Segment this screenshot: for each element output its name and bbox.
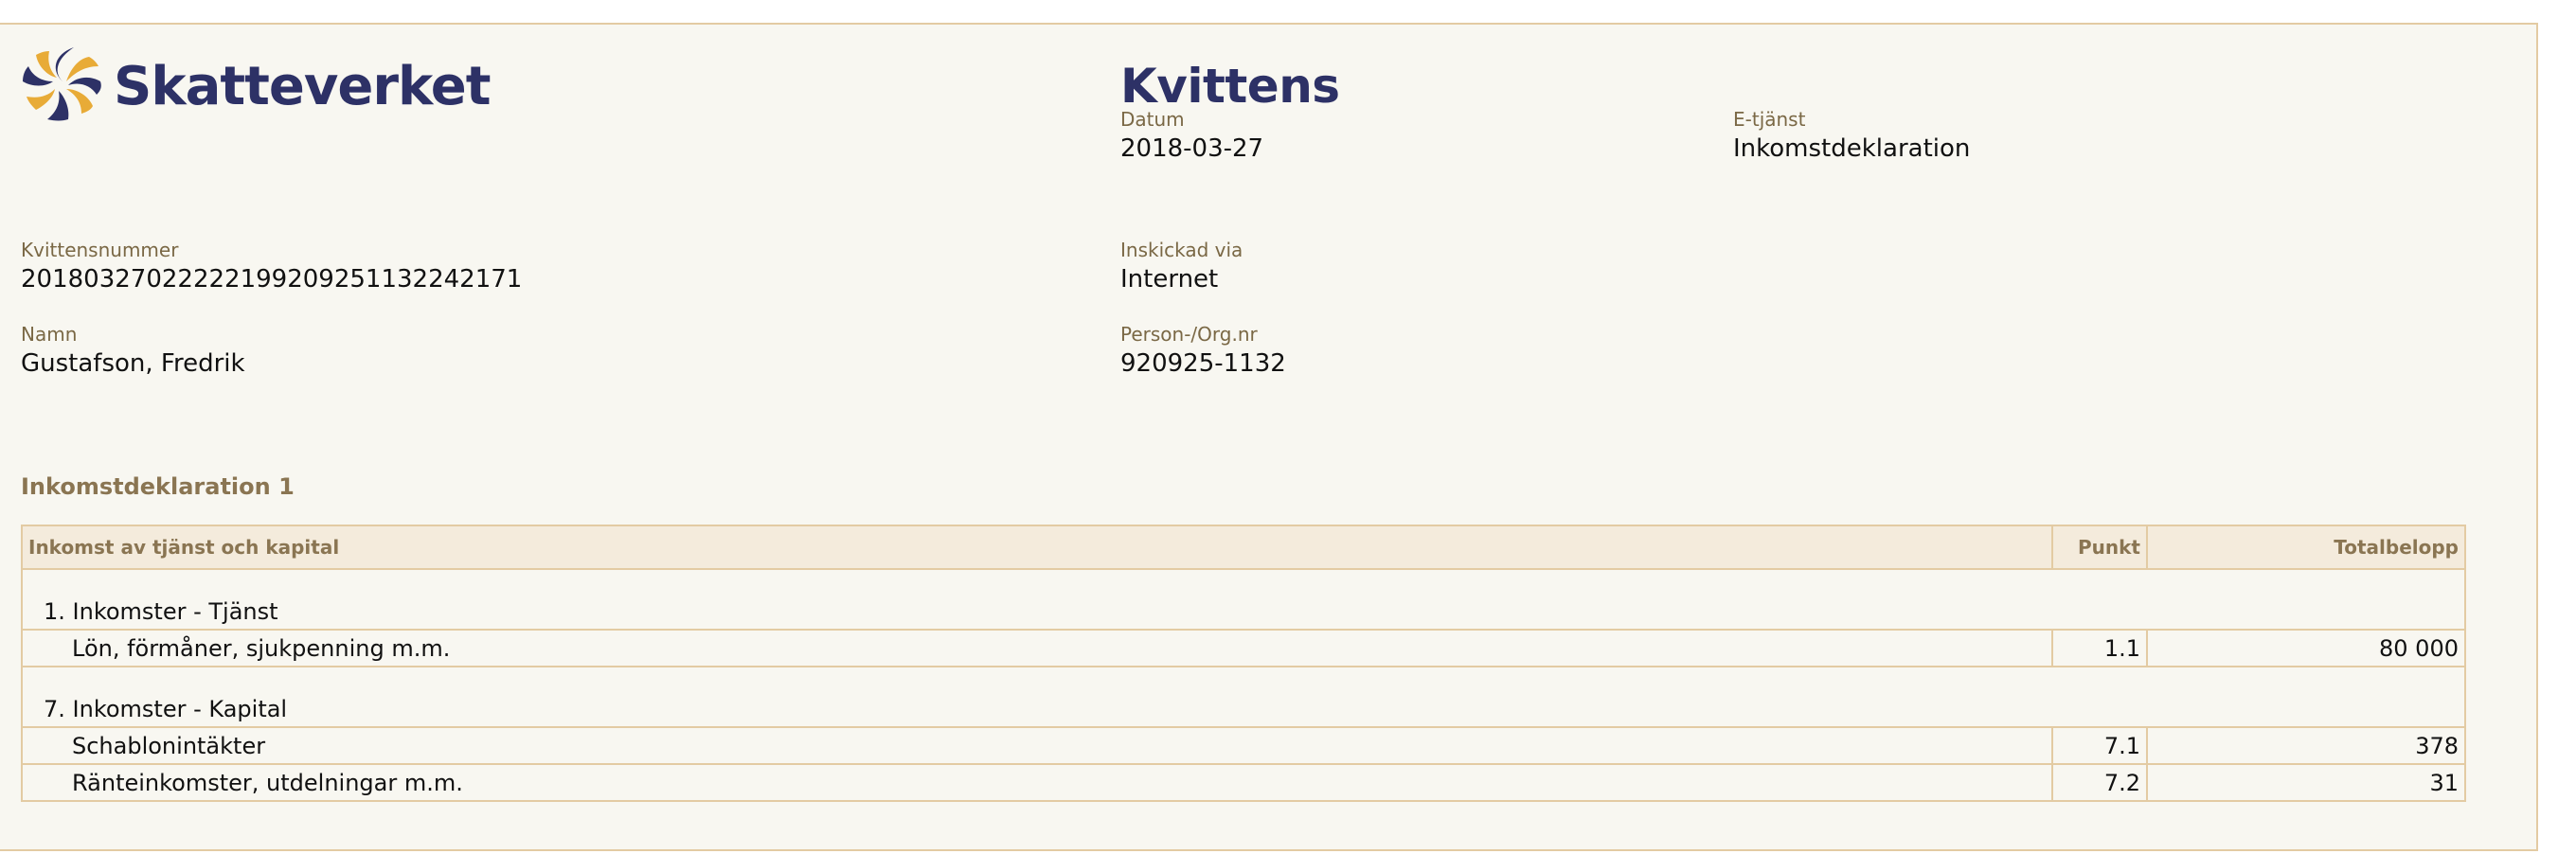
- table-row: Lön, förmåner, sjukpenning m.m. 1.1 80 0…: [21, 629, 2466, 667]
- section-heading: Inkomstdeklaration 1: [21, 473, 295, 500]
- person-org-nr-label: Person-/Org.nr: [1120, 323, 1258, 346]
- kvittensnummer-field: Kvittensnummer 2018032702222219920925113…: [21, 239, 522, 295]
- etjanst-field: E-tjänst Inkomstdeklaration: [1733, 108, 1970, 165]
- inskickad-via-value: Internet: [1120, 265, 1219, 294]
- inskickad-via-label: Inskickad via: [1120, 239, 1243, 261]
- receipt-document: Skatteverket Kvittens Datum 2018-03-27 E…: [0, 23, 2538, 851]
- datum-field: Datum 2018-03-27: [1120, 108, 1263, 165]
- group-row: 7. Inkomster - Kapital: [21, 666, 2466, 728]
- datum-label: Datum: [1120, 108, 1185, 131]
- table-header-row: Inkomst av tjänst och kapital Punkt Tota…: [21, 525, 2466, 570]
- row-total: 31: [2146, 763, 2466, 802]
- skatteverket-swirl-logo-icon: [23, 47, 101, 121]
- etjanst-label: E-tjänst: [1733, 108, 1806, 131]
- person-org-nr-field: Person-/Org.nr 920925-1132: [1120, 323, 1286, 380]
- datum-value: 2018-03-27: [1120, 134, 1264, 163]
- row-total: 378: [2146, 726, 2466, 765]
- document-title: Kvittens: [1120, 59, 1340, 114]
- skatteverket-logo: Skatteverket: [19, 44, 491, 123]
- inskickad-via-field: Inskickad via Internet: [1120, 239, 1243, 295]
- namn-field: Namn Gustafson, Fredrik: [21, 323, 245, 380]
- table-row: Ränteinkomster, utdelningar m.m. 7.2 31: [21, 763, 2466, 802]
- kvittensnummer-label: Kvittensnummer: [21, 239, 179, 261]
- column-header-punkt: Punkt: [2051, 525, 2148, 570]
- etjanst-value: Inkomstdeklaration: [1733, 134, 1971, 163]
- row-punkt: 1.1: [2051, 629, 2148, 667]
- namn-value: Gustafson, Fredrik: [21, 349, 245, 378]
- table-row: Schablonintäkter 7.1 378: [21, 726, 2466, 765]
- brand-name: Skatteverket: [114, 55, 491, 117]
- group-row: 1. Inkomster - Tjänst: [21, 568, 2466, 631]
- kvittensnummer-value: 20180327022222199209251132242171: [21, 265, 523, 294]
- namn-label: Namn: [21, 323, 78, 346]
- group-title: 1. Inkomster - Tjänst: [21, 568, 2466, 631]
- group-title: 7. Inkomster - Kapital: [21, 666, 2466, 728]
- row-punkt: 7.2: [2051, 763, 2148, 802]
- row-total: 80 000: [2146, 629, 2466, 667]
- income-table: Inkomst av tjänst och kapital Punkt Tota…: [21, 525, 2466, 802]
- row-description: Ränteinkomster, utdelningar m.m.: [21, 763, 2053, 802]
- column-header-total: Totalbelopp: [2146, 525, 2466, 570]
- row-punkt: 7.1: [2051, 726, 2148, 765]
- person-org-nr-value: 920925-1132: [1120, 349, 1286, 378]
- column-header-description: Inkomst av tjänst och kapital: [21, 525, 2053, 570]
- row-description: Schablonintäkter: [21, 726, 2053, 765]
- row-description: Lön, förmåner, sjukpenning m.m.: [21, 629, 2053, 667]
